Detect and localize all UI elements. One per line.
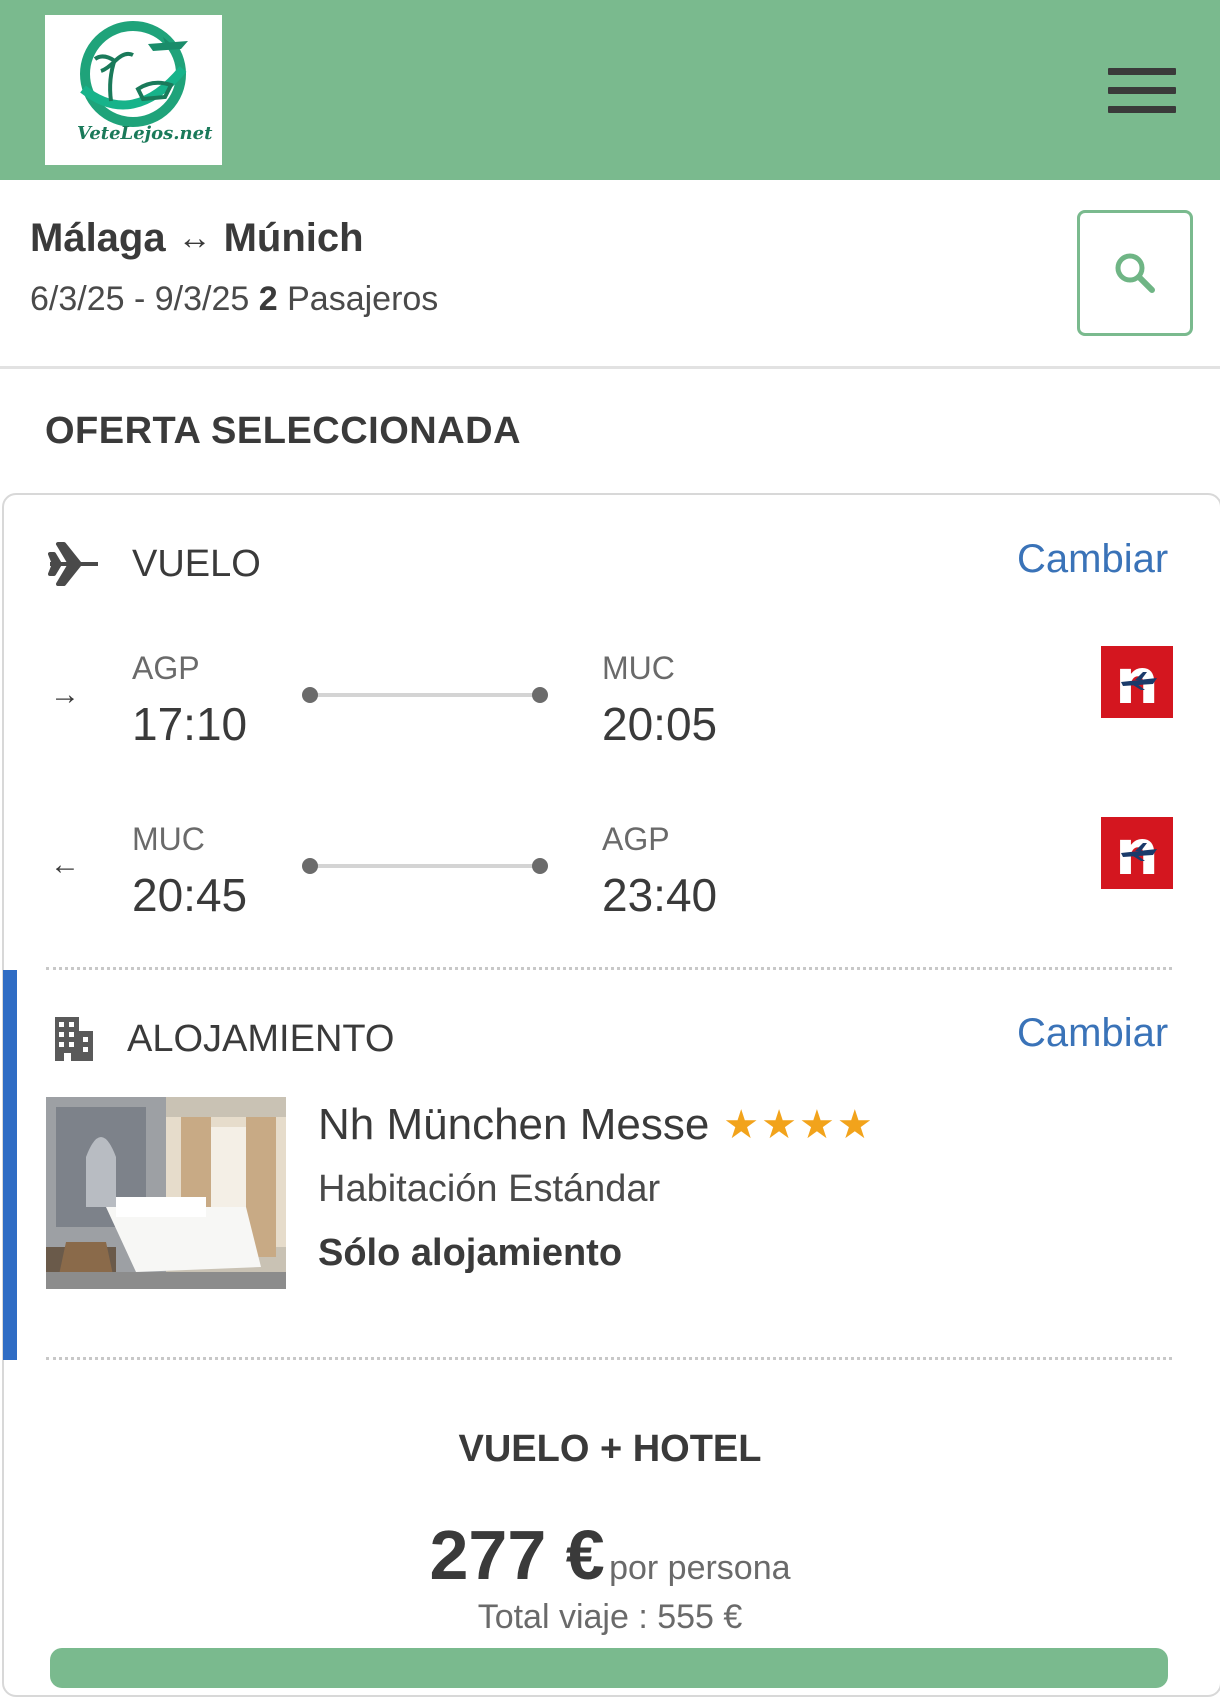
per-person-label: por persona <box>609 1549 791 1587</box>
return-origin-code: MUC <box>132 821 205 857</box>
outbound-arrow-icon: → <box>50 678 80 711</box>
price-row: 277 € por persona <box>0 1515 1220 1595</box>
section-title: OFERTA SELECCIONADA <box>45 410 522 452</box>
outbound-start-dot <box>302 687 318 703</box>
accommodation-accent-bar <box>3 970 17 1360</box>
outbound-route-line <box>310 693 542 697</box>
building-icon <box>55 1017 93 1061</box>
return-arrow-icon: ← <box>50 848 80 881</box>
return-destination-code: AGP <box>602 821 670 857</box>
hotel-room-image <box>46 1097 286 1289</box>
hamburger-menu-icon[interactable] <box>1108 68 1176 114</box>
price-per-person: 277 € <box>429 1516 605 1594</box>
package-title: VUELO + HOTEL <box>458 1428 762 1470</box>
change-flight-link[interactable]: Cambiar <box>1017 537 1168 582</box>
route-title: Málaga ↔ Múnich <box>30 216 364 261</box>
airline-plane-icon <box>1121 843 1157 861</box>
outbound-destination-code: MUC <box>602 650 675 686</box>
airplane-icon <box>48 542 98 586</box>
flight-header: VUELO <box>48 542 261 586</box>
passenger-label: Pasajeros <box>287 280 439 318</box>
search-summary: Málaga ↔ Múnich 6/3/25 - 9/3/25 2 Pasaje… <box>0 180 1220 369</box>
outbound-departure-time: 17:10 <box>132 698 248 750</box>
hotel-photo[interactable] <box>46 1097 286 1289</box>
return-arrival-time: 23:40 <box>602 869 718 921</box>
return-airline-logo: n <box>1101 817 1173 889</box>
total-price: Total viaje : 555 € <box>477 1598 743 1636</box>
search-icon <box>1115 253 1155 293</box>
hotel-name-row: Nh München Messe ★★★★ <box>318 1100 875 1150</box>
accommodation-header: ALOJAMIENTO <box>53 1015 394 1063</box>
star-rating-icon: ★★★★ <box>723 1103 875 1147</box>
modify-search-button[interactable] <box>1077 210 1193 336</box>
section-divider <box>46 967 1172 970</box>
site-logo[interactable]: VeteLejos.net <box>45 15 222 165</box>
return-departure-time: 20:45 <box>132 869 248 921</box>
outbound-arrival-time: 20:05 <box>602 698 718 750</box>
logo-globe-icon <box>80 21 188 127</box>
return-route-line <box>310 864 542 868</box>
airline-plane-icon <box>1121 672 1157 690</box>
accommodation-label: ALOJAMIENTO <box>127 1017 395 1060</box>
change-hotel-link[interactable]: Cambiar <box>1017 1011 1168 1056</box>
outbound-end-dot <box>532 687 548 703</box>
return-end-dot <box>532 858 548 874</box>
outbound-origin-code: AGP <box>132 650 200 686</box>
logo-text: VeteLejos.net <box>77 123 213 144</box>
flight-label: VUELO <box>132 542 261 585</box>
section-divider <box>46 1357 1172 1360</box>
room-type: Habitación Estándar <box>318 1168 661 1210</box>
round-trip-arrow-icon: ↔ <box>177 219 212 257</box>
destination-city: Múnich <box>223 216 364 260</box>
top-bar: VeteLejos.net <box>0 0 1220 180</box>
trip-dates: 6/3/25 - 9/3/25 <box>30 280 250 318</box>
continue-button[interactable] <box>50 1648 1168 1688</box>
passenger-count: 2 <box>258 280 278 318</box>
origin-city: Málaga <box>30 216 166 260</box>
hotel-name[interactable]: Nh München Messe <box>318 1100 709 1150</box>
outbound-airline-logo: n <box>1101 646 1173 718</box>
return-start-dot <box>302 858 318 874</box>
trip-details: 6/3/25 - 9/3/25 2 Pasajeros <box>30 280 438 319</box>
board-type: Sólo alojamiento <box>318 1232 623 1274</box>
